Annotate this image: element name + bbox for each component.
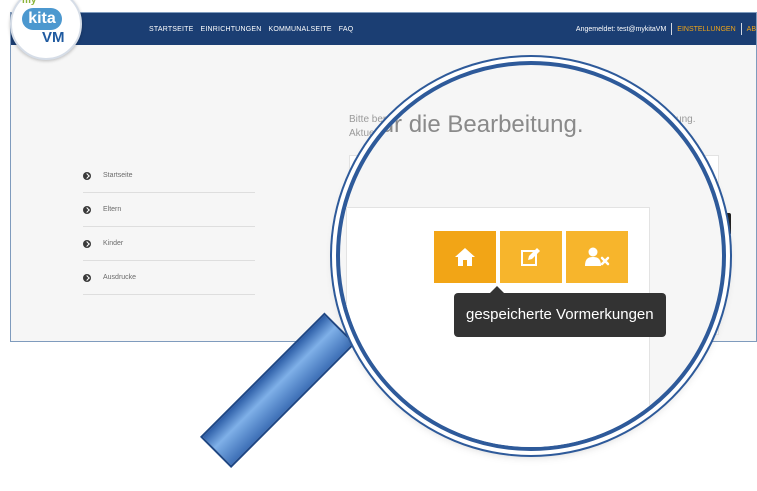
main-nav: STARTSEITE EINRICHTUNGEN KOMMUNALSEITE F… bbox=[149, 13, 353, 45]
chevron-right-icon bbox=[83, 171, 91, 180]
logout-link[interactable]: AB bbox=[747, 26, 756, 33]
edit-icon bbox=[521, 248, 540, 266]
login-status: Angemeldet: test@mykitaVM bbox=[575, 25, 667, 33]
top-navbar: STARTSEITE EINRICHTUNGEN KOMMUNALSEITE F… bbox=[11, 13, 756, 45]
sidebar-item-eltern[interactable]: Eltern bbox=[83, 193, 255, 227]
nav-einrichtungen[interactable]: EINRICHTUNGEN bbox=[201, 26, 262, 33]
sidebar-item-label: Kinder bbox=[103, 240, 124, 247]
nav-divider bbox=[740, 23, 742, 35]
user-remove-icon bbox=[585, 247, 610, 266]
zoomed-headline: d für die Bearbeitung. bbox=[354, 111, 584, 138]
sidebar-item-label: Eltern bbox=[103, 206, 122, 213]
chevron-right-icon bbox=[83, 239, 91, 248]
login-area: Angemeldet: test@mykitaVM EINSTELLUNGEN … bbox=[576, 13, 756, 45]
nav-faq[interactable]: FAQ bbox=[339, 26, 354, 33]
action-buttons bbox=[434, 231, 628, 283]
magnifier-lens: d für die Bearbeitung. gespeicherte Vorm… bbox=[336, 61, 726, 451]
chevron-right-icon bbox=[83, 273, 91, 282]
saved-reservations-tooltip: gespeicherte Vormerkungen bbox=[454, 286, 666, 337]
edit-button[interactable] bbox=[500, 231, 562, 283]
chevron-right-icon bbox=[83, 205, 91, 214]
logo-vm: VM bbox=[42, 29, 65, 46]
sidebar-item-label: Ausdrucke bbox=[103, 274, 137, 281]
sidebar-menu: Startseite Eltern Kinder Ausdrucke bbox=[83, 159, 255, 295]
logo-kita: kita bbox=[22, 8, 62, 30]
sidebar-item-label: Startseite bbox=[103, 172, 133, 179]
home-button[interactable] bbox=[434, 231, 496, 283]
settings-link[interactable]: EINSTELLUNGEN bbox=[677, 26, 735, 33]
nav-startseite[interactable]: STARTSEITE bbox=[149, 26, 194, 33]
nav-kommunalseite[interactable]: KOMMUNALSEITE bbox=[268, 26, 331, 33]
home-icon bbox=[455, 248, 475, 266]
sidebar-item-kinder[interactable]: Kinder bbox=[83, 227, 255, 261]
logo-my: my bbox=[22, 0, 37, 6]
sidebar-item-startseite[interactable]: Startseite bbox=[83, 159, 255, 193]
saved-reservations-button[interactable] bbox=[566, 231, 628, 283]
screenshot-stage: STARTSEITE EINRICHTUNGEN KOMMUNALSEITE F… bbox=[0, 0, 757, 491]
nav-divider bbox=[671, 23, 673, 35]
sidebar-item-ausdrucke[interactable]: Ausdrucke bbox=[83, 261, 255, 295]
